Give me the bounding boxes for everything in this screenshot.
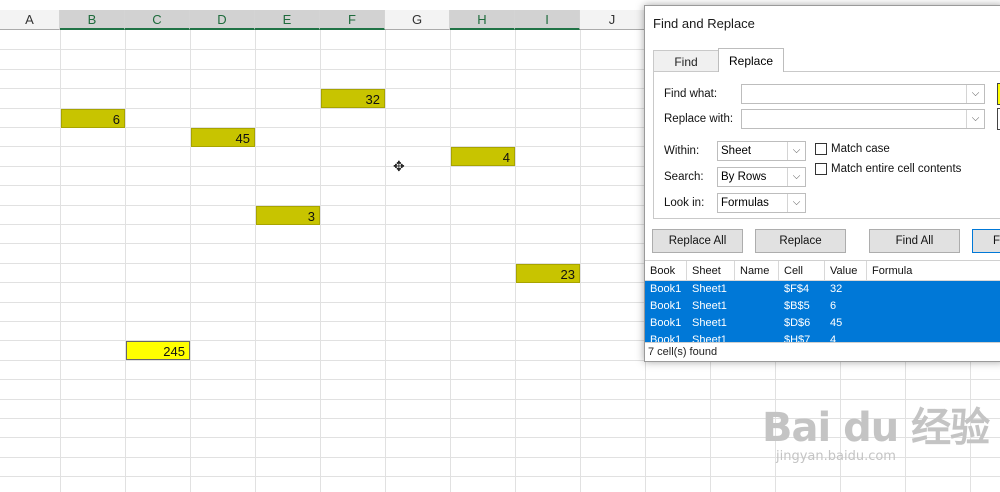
cell-f4[interactable]: 32	[321, 89, 385, 108]
column-gridline	[515, 30, 516, 492]
column-gridline	[125, 30, 126, 492]
cell-d6[interactable]: 45	[191, 128, 255, 147]
tab-replace[interactable]: Replace	[718, 48, 784, 72]
results-cell-cell: $F$4	[784, 283, 810, 295]
search-label: Search:	[664, 171, 704, 183]
column-header-h[interactable]: H	[450, 10, 515, 30]
column-header-a[interactable]: A	[0, 10, 60, 30]
results-col-sheet[interactable]: Sheet	[687, 261, 735, 281]
results-cell-book: Book1	[650, 300, 682, 312]
dialog-title: Find and Replace	[653, 16, 755, 31]
column-gridline	[385, 30, 386, 492]
match-case-label: Match case	[831, 143, 890, 155]
results-row[interactable]: Book1 Sheet1 $B$5 6	[645, 298, 1000, 315]
chevron-down-icon[interactable]: ⌵	[787, 168, 805, 186]
baidu-watermark: Bai du 经验 jingyan.baidu.com	[762, 395, 990, 464]
replace-button[interactable]: Replace	[755, 229, 846, 253]
replace-with-label: Replace with:	[664, 113, 734, 125]
results-table[interactable]: Book Sheet Name Cell Value Formula Book1 Sheet…	[645, 260, 1000, 343]
replace-with-input[interactable]: ⌵	[741, 109, 985, 129]
chevron-down-icon[interactable]: ⌵	[966, 110, 984, 128]
status-text: 7 cell(s) found	[648, 346, 718, 358]
match-entire-label: Match entire cell contents	[831, 163, 962, 175]
chevron-down-icon[interactable]: ⌵	[787, 142, 805, 160]
within-select[interactable]: Sheet ⌵	[717, 141, 806, 161]
find-what-input[interactable]: ⌵	[741, 84, 985, 104]
column-header-j[interactable]: J	[580, 10, 645, 30]
results-col-name[interactable]: Name	[735, 261, 779, 281]
column-header-g[interactable]: G	[385, 10, 450, 30]
results-cell-sheet: Sheet1	[692, 317, 727, 329]
results-row[interactable]: Book1 Sheet1 $F$4 32	[645, 281, 1000, 298]
cell-i13[interactable]: 23	[516, 264, 580, 283]
results-col-value[interactable]: Value	[825, 261, 867, 281]
results-cell-sheet: Sheet1	[692, 283, 727, 295]
results-row[interactable]: Book1 Sheet1 $D$6 45	[645, 315, 1000, 332]
look-in-select[interactable]: Formulas ⌵	[717, 193, 806, 213]
results-cell-book: Book1	[650, 283, 682, 295]
replace-all-button[interactable]: Replace All	[652, 229, 743, 253]
cell-e10[interactable]: 3	[256, 206, 320, 225]
column-gridline	[190, 30, 191, 492]
results-cell-cell: $B$5	[784, 300, 810, 312]
column-gridline	[255, 30, 256, 492]
row-gridline	[0, 379, 1000, 380]
find-replace-dialog: Find and Replace Find Replace Find what:…	[644, 5, 1000, 362]
find-next-button[interactable]: F	[972, 229, 1000, 253]
cell-b5[interactable]: 6	[61, 109, 125, 128]
column-gridline	[60, 30, 61, 492]
within-label: Within:	[664, 145, 700, 157]
replace-panel: Find what: ⌵ Replace with: ⌵ Within: She…	[653, 71, 1000, 219]
results-col-formula[interactable]: Formula	[867, 261, 1000, 281]
results-col-cell[interactable]: Cell	[779, 261, 825, 281]
column-gridline	[450, 30, 451, 492]
column-header-e[interactable]: E	[255, 10, 320, 30]
search-select[interactable]: By Rows ⌵	[717, 167, 806, 187]
column-header-b[interactable]: B	[60, 10, 125, 30]
find-all-button[interactable]: Find All	[869, 229, 960, 253]
find-what-label: Find what:	[664, 88, 718, 100]
cell-cursor-icon: ✥	[393, 158, 405, 174]
cell-c17[interactable]: 245	[126, 341, 190, 360]
column-header-i[interactable]: I	[515, 10, 580, 30]
look-in-label: Look in:	[664, 197, 705, 209]
watermark-logo: Bai du 经验	[762, 405, 990, 451]
chevron-down-icon[interactable]: ⌵	[966, 85, 984, 103]
results-cell-book: Book1	[650, 317, 682, 329]
column-header-d[interactable]: D	[190, 10, 255, 30]
tab-find[interactable]: Find	[653, 50, 719, 72]
match-case-checkbox[interactable]	[815, 143, 827, 155]
column-gridline	[580, 30, 581, 492]
results-cell-sheet: Sheet1	[692, 300, 727, 312]
chevron-down-icon[interactable]: ⌵	[787, 194, 805, 212]
column-header-c[interactable]: C	[125, 10, 190, 30]
match-entire-checkbox[interactable]	[815, 163, 827, 175]
results-col-book[interactable]: Book	[645, 261, 687, 281]
cell-h7[interactable]: 4	[451, 147, 515, 166]
results-cell-value: 45	[830, 317, 843, 329]
results-cell-value: 6	[830, 300, 837, 312]
row-gridline	[0, 476, 1000, 477]
status-divider	[645, 342, 1000, 343]
results-cell-cell: $D$6	[784, 317, 811, 329]
results-cell-value: 32	[830, 283, 843, 295]
column-header-f[interactable]: F	[320, 10, 385, 30]
